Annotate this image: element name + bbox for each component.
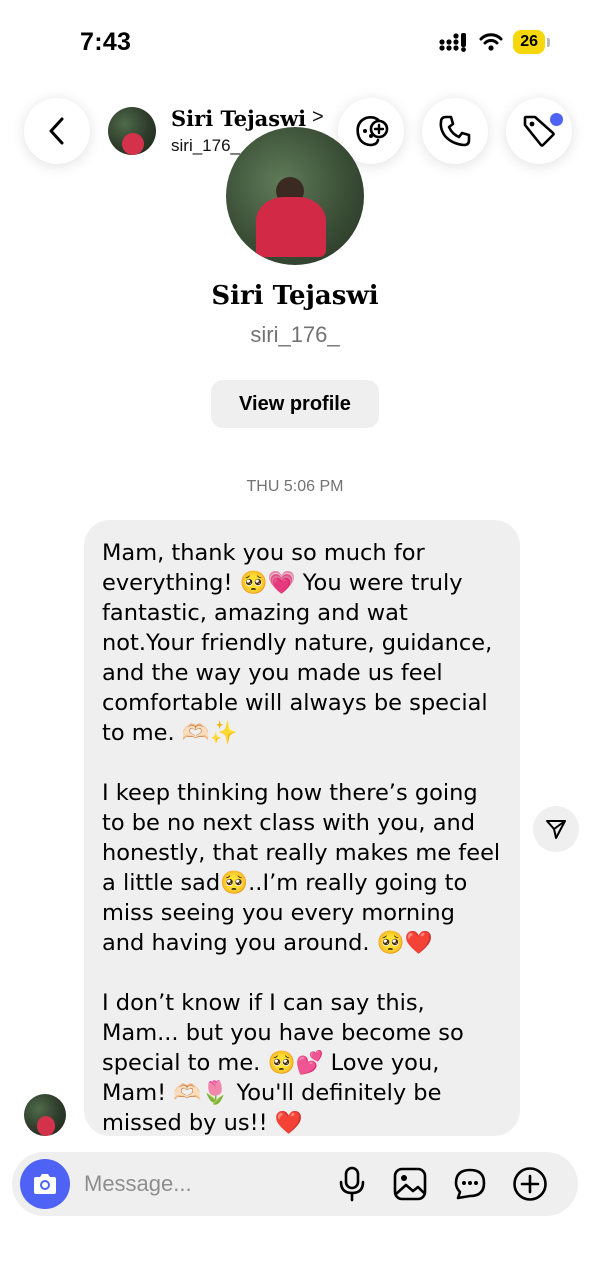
sender-avatar[interactable] — [24, 1094, 66, 1136]
header-avatar[interactable] — [108, 107, 156, 155]
phone-icon — [439, 115, 471, 147]
microphone-icon — [339, 1166, 365, 1202]
notification-dot — [550, 113, 563, 126]
add-icon — [513, 1167, 547, 1201]
profile-name: Siri Tejaswi — [211, 281, 379, 311]
message-timestamp: THU 5:06 PM — [246, 478, 344, 495]
message-paragraph: I keep thinking how there’s going to be … — [102, 780, 501, 956]
tag-button[interactable] — [506, 98, 572, 164]
message-bubble[interactable]: Mam, thank you so much for everything! 🥺… — [84, 520, 520, 1136]
battery-cap-icon — [547, 37, 550, 47]
gallery-button[interactable] — [390, 1164, 430, 1204]
profile-handle: siri_176_ — [250, 322, 340, 347]
camera-icon — [34, 1174, 56, 1194]
header-handle: siri_176_ — [171, 136, 240, 155]
send-icon — [546, 820, 566, 839]
sticker-button[interactable] — [450, 1164, 490, 1204]
gallery-icon — [393, 1167, 427, 1201]
message-paragraph: Mam, thank you so much for everything! 🥺… — [102, 540, 493, 746]
back-button[interactable] — [24, 98, 90, 164]
back-icon — [49, 117, 64, 145]
sticker-chat-icon — [454, 1168, 486, 1200]
chevron-right-icon: > — [312, 106, 324, 128]
camera-button[interactable] — [20, 1159, 70, 1209]
view-profile-button[interactable]: View profile — [211, 380, 379, 428]
video-effects-icon — [356, 116, 389, 147]
call-button[interactable] — [422, 98, 488, 164]
message-paragraph: I don’t know if I can say this, Mam... b… — [102, 990, 464, 1136]
cellular-signal-icon — [439, 33, 467, 52]
share-message-button[interactable] — [533, 806, 579, 852]
battery-indicator: 26 — [513, 30, 545, 54]
wifi-icon — [479, 33, 503, 51]
message-input[interactable] — [84, 1168, 314, 1200]
status-time: 7:43 — [80, 28, 132, 56]
profile-avatar[interactable] — [226, 127, 364, 265]
add-button[interactable] — [510, 1164, 550, 1204]
status-icons: 26 — [439, 30, 550, 54]
voice-message-button[interactable] — [332, 1164, 372, 1204]
